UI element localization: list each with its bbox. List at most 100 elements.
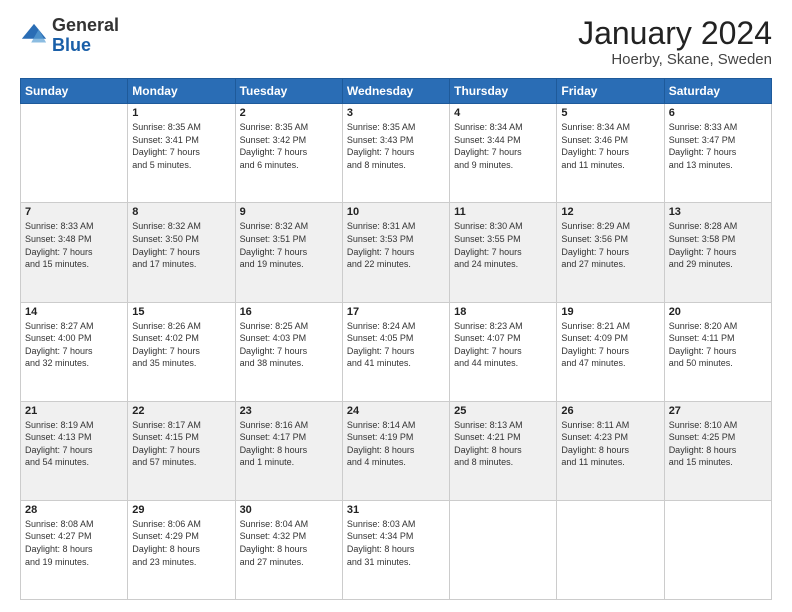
day-number: 14 xyxy=(25,306,123,318)
day-info: Sunrise: 8:27 AM Sunset: 4:00 PM Dayligh… xyxy=(25,320,123,370)
day-info: Sunrise: 8:33 AM Sunset: 3:47 PM Dayligh… xyxy=(669,121,767,171)
day-info: Sunrise: 8:29 AM Sunset: 3:56 PM Dayligh… xyxy=(561,220,659,270)
day-number: 2 xyxy=(240,107,338,119)
col-sunday: Sunday xyxy=(21,79,128,104)
day-info: Sunrise: 8:32 AM Sunset: 3:50 PM Dayligh… xyxy=(132,220,230,270)
title-block: January 2024 Hoerby, Skane, Sweden xyxy=(578,16,772,68)
col-monday: Monday xyxy=(128,79,235,104)
day-info: Sunrise: 8:24 AM Sunset: 4:05 PM Dayligh… xyxy=(347,320,445,370)
logo-icon xyxy=(20,22,48,50)
cell-2-6: 20 Sunrise: 8:20 AM Sunset: 4:11 PM Dayli… xyxy=(664,302,771,401)
day-number: 11 xyxy=(454,206,552,218)
day-info: Sunrise: 8:35 AM Sunset: 3:43 PM Dayligh… xyxy=(347,121,445,171)
day-info: Sunrise: 8:33 AM Sunset: 3:48 PM Dayligh… xyxy=(25,220,123,270)
day-number: 25 xyxy=(454,405,552,417)
cell-0-1: 1Sunrise: 8:35 AM Sunset: 3:41 PM Daylig… xyxy=(128,104,235,203)
logo: General Blue xyxy=(20,16,119,56)
cell-2-0: 14 Sunrise: 8:27 AM Sunset: 4:00 PM Dayli… xyxy=(21,302,128,401)
day-number: 10 xyxy=(347,206,445,218)
day-number: 18 xyxy=(454,306,552,318)
day-number: 24 xyxy=(347,405,445,417)
day-number: 31 xyxy=(347,504,445,516)
day-number: 8 xyxy=(132,206,230,218)
cell-0-3: 3 Sunrise: 8:35 AM Sunset: 3:43 PM Daylig… xyxy=(342,104,449,203)
day-info: Sunrise: 8:11 AM Sunset: 4:23 PM Dayligh… xyxy=(561,419,659,469)
day-info: Sunrise: 8:34 AM Sunset: 3:44 PM Dayligh… xyxy=(454,121,552,171)
cell-4-1: 29 Sunrise: 8:06 AM Sunset: 4:29 PM Dayli… xyxy=(128,500,235,599)
cell-3-6: 27 Sunrise: 8:10 AM Sunset: 4:25 PM Dayli… xyxy=(664,401,771,500)
day-number: 27 xyxy=(669,405,767,417)
day-number: 23 xyxy=(240,405,338,417)
day-info: Sunrise: 8:32 AM Sunset: 3:51 PM Dayligh… xyxy=(240,220,338,270)
cell-0-5: 5Sunrise: 8:34 AM Sunset: 3:46 PM Daylig… xyxy=(557,104,664,203)
day-number: 29 xyxy=(132,504,230,516)
day-info: Sunrise: 8:21 AM Sunset: 4:09 PM Dayligh… xyxy=(561,320,659,370)
day-number: 30 xyxy=(240,504,338,516)
day-number: 6 xyxy=(669,107,767,119)
cell-3-3: 24 Sunrise: 8:14 AM Sunset: 4:19 PM Dayli… xyxy=(342,401,449,500)
day-info: Sunrise: 8:08 AM Sunset: 4:27 PM Dayligh… xyxy=(25,518,123,568)
week-row-1: 7Sunrise: 8:33 AM Sunset: 3:48 PM Daylig… xyxy=(21,203,772,302)
day-info: Sunrise: 8:06 AM Sunset: 4:29 PM Dayligh… xyxy=(132,518,230,568)
day-number: 22 xyxy=(132,405,230,417)
day-number: 20 xyxy=(669,306,767,318)
day-info: Sunrise: 8:31 AM Sunset: 3:53 PM Dayligh… xyxy=(347,220,445,270)
cell-0-0 xyxy=(21,104,128,203)
day-number: 12 xyxy=(561,206,659,218)
day-info: Sunrise: 8:14 AM Sunset: 4:19 PM Dayligh… xyxy=(347,419,445,469)
day-number: 3 xyxy=(347,107,445,119)
day-info: Sunrise: 8:13 AM Sunset: 4:21 PM Dayligh… xyxy=(454,419,552,469)
week-row-2: 14 Sunrise: 8:27 AM Sunset: 4:00 PM Dayli… xyxy=(21,302,772,401)
cell-3-0: 21Sunrise: 8:19 AM Sunset: 4:13 PM Dayli… xyxy=(21,401,128,500)
cell-0-4: 4 Sunrise: 8:34 AM Sunset: 3:44 PM Daylig… xyxy=(450,104,557,203)
cell-4-6 xyxy=(664,500,771,599)
cell-1-2: 9Sunrise: 8:32 AM Sunset: 3:51 PM Daylig… xyxy=(235,203,342,302)
cell-2-3: 17Sunrise: 8:24 AM Sunset: 4:05 PM Dayli… xyxy=(342,302,449,401)
cell-2-2: 16Sunrise: 8:25 AM Sunset: 4:03 PM Dayli… xyxy=(235,302,342,401)
day-info: Sunrise: 8:03 AM Sunset: 4:34 PM Dayligh… xyxy=(347,518,445,568)
day-info: Sunrise: 8:34 AM Sunset: 3:46 PM Dayligh… xyxy=(561,121,659,171)
day-number: 4 xyxy=(454,107,552,119)
day-info: Sunrise: 8:17 AM Sunset: 4:15 PM Dayligh… xyxy=(132,419,230,469)
cell-1-3: 10 Sunrise: 8:31 AM Sunset: 3:53 PM Dayli… xyxy=(342,203,449,302)
day-info: Sunrise: 8:04 AM Sunset: 4:32 PM Dayligh… xyxy=(240,518,338,568)
location: Hoerby, Skane, Sweden xyxy=(578,51,772,68)
month-title: January 2024 xyxy=(578,16,772,51)
cell-1-0: 7Sunrise: 8:33 AM Sunset: 3:48 PM Daylig… xyxy=(21,203,128,302)
day-info: Sunrise: 8:30 AM Sunset: 3:55 PM Dayligh… xyxy=(454,220,552,270)
cell-1-4: 11 Sunrise: 8:30 AM Sunset: 3:55 PM Dayli… xyxy=(450,203,557,302)
day-info: Sunrise: 8:19 AM Sunset: 4:13 PM Dayligh… xyxy=(25,419,123,469)
day-number: 16 xyxy=(240,306,338,318)
col-wednesday: Wednesday xyxy=(342,79,449,104)
col-friday: Friday xyxy=(557,79,664,104)
cell-2-1: 15 Sunrise: 8:26 AM Sunset: 4:02 PM Dayli… xyxy=(128,302,235,401)
day-info: Sunrise: 8:16 AM Sunset: 4:17 PM Dayligh… xyxy=(240,419,338,469)
day-info: Sunrise: 8:20 AM Sunset: 4:11 PM Dayligh… xyxy=(669,320,767,370)
cell-4-4 xyxy=(450,500,557,599)
cell-0-2: 2 Sunrise: 8:35 AM Sunset: 3:42 PM Daylig… xyxy=(235,104,342,203)
cell-3-1: 22 Sunrise: 8:17 AM Sunset: 4:15 PM Dayli… xyxy=(128,401,235,500)
day-number: 28 xyxy=(25,504,123,516)
day-info: Sunrise: 8:10 AM Sunset: 4:25 PM Dayligh… xyxy=(669,419,767,469)
logo-blue: Blue xyxy=(52,35,91,55)
day-info: Sunrise: 8:23 AM Sunset: 4:07 PM Dayligh… xyxy=(454,320,552,370)
day-info: Sunrise: 8:26 AM Sunset: 4:02 PM Dayligh… xyxy=(132,320,230,370)
cell-1-6: 13 Sunrise: 8:28 AM Sunset: 3:58 PM Dayli… xyxy=(664,203,771,302)
week-row-0: 1Sunrise: 8:35 AM Sunset: 3:41 PM Daylig… xyxy=(21,104,772,203)
cell-2-5: 19Sunrise: 8:21 AM Sunset: 4:09 PM Dayli… xyxy=(557,302,664,401)
cell-4-2: 30 Sunrise: 8:04 AM Sunset: 4:32 PM Dayli… xyxy=(235,500,342,599)
day-info: Sunrise: 8:35 AM Sunset: 3:42 PM Dayligh… xyxy=(240,121,338,171)
cell-1-1: 8 Sunrise: 8:32 AM Sunset: 3:50 PM Daylig… xyxy=(128,203,235,302)
col-tuesday: Tuesday xyxy=(235,79,342,104)
cell-4-0: 28 Sunrise: 8:08 AM Sunset: 4:27 PM Dayli… xyxy=(21,500,128,599)
cell-0-6: 6 Sunrise: 8:33 AM Sunset: 3:47 PM Daylig… xyxy=(664,104,771,203)
calendar: Sunday Monday Tuesday Wednesday Thursday… xyxy=(20,78,772,600)
col-thursday: Thursday xyxy=(450,79,557,104)
day-number: 15 xyxy=(132,306,230,318)
day-number: 1 xyxy=(132,107,230,119)
cell-1-5: 12 Sunrise: 8:29 AM Sunset: 3:56 PM Dayli… xyxy=(557,203,664,302)
day-info: Sunrise: 8:28 AM Sunset: 3:58 PM Dayligh… xyxy=(669,220,767,270)
calendar-header-row: Sunday Monday Tuesday Wednesday Thursday… xyxy=(21,79,772,104)
day-number: 13 xyxy=(669,206,767,218)
header: General Blue January 2024 Hoerby, Skane,… xyxy=(20,16,772,68)
